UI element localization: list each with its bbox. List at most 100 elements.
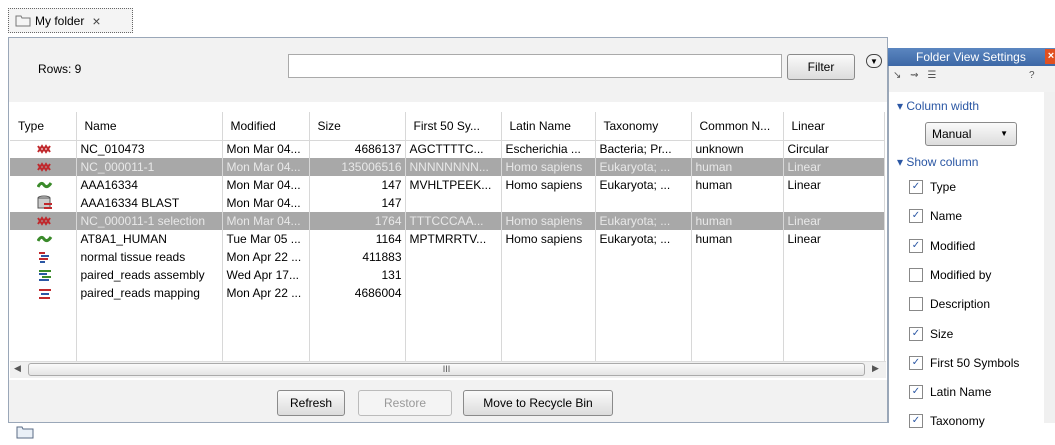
cell-linear: Linear [783,230,885,248]
column-width-select[interactable]: Manual ▼ [925,122,1017,146]
empty-row [10,320,885,338]
vertical-scrollbar[interactable] [1044,92,1055,423]
table-row[interactable]: paired_reads mapping Mon Apr 22 ... 468600… [10,284,885,302]
column-header[interactable]: Common N... [691,112,784,141]
cell-linear [783,194,885,212]
cell-modified: Mon Mar 04... [222,140,310,158]
cell-latin [501,284,596,302]
cell-size: 135006516 [309,158,406,176]
collapse-icon[interactable]: ⇝ [910,70,918,81]
cell-modified: Wed Apr 17... [222,266,310,284]
rows-count: Rows: 9 [38,62,82,76]
show-column-checkbox[interactable] [909,297,923,312]
settings-list-icon[interactable]: ☰ [927,70,936,81]
cell-modified: Mon Apr 22 ... [222,284,310,302]
close-icon[interactable]: × [1045,49,1055,64]
chevron-down-icon[interactable]: ▼ [866,54,882,68]
show-column-checkbox[interactable]: ✓ [909,385,923,400]
show-column-label: Modified by [930,267,992,282]
show-column-checkbox[interactable]: ✓ [909,238,923,253]
cell-taxonomy: Eukaryota; ... [595,158,692,176]
side-toolbar: ↘ ⇝ ☰ ? [893,70,1043,86]
column-header[interactable]: Type [10,112,77,141]
cell-linear [783,266,885,284]
scrollbar-thumb[interactable]: III [28,363,865,376]
show-column-checkbox[interactable] [909,267,923,282]
cell-first50 [405,248,502,266]
cell-common: human [691,158,784,176]
column-header[interactable]: Modified [222,112,310,141]
sequence-red-icon [10,140,77,158]
cell-linear: Linear [783,176,885,194]
cell-taxonomy [595,284,692,302]
column-header[interactable]: Name [76,112,223,141]
filter-button[interactable]: Filter [787,54,855,80]
blast-database-icon [10,194,77,212]
cell-name: NC_000011-1 [76,158,223,176]
chevron-down-icon: ▼ [1000,129,1008,138]
filter-input[interactable] [288,54,782,78]
show-column-checkbox[interactable]: ✓ [909,209,923,224]
scroll-left-icon[interactable]: ◀ [14,363,21,374]
cell-size: 147 [309,194,406,212]
cell-taxonomy: Eukaryota; ... [595,230,692,248]
column-header[interactable]: Taxonomy [595,112,692,141]
table-row[interactable]: paired_reads assembly Wed Apr 17... 131 [10,266,885,284]
folder-icon[interactable] [16,425,34,439]
table-row[interactable]: AAA16334 Mon Mar 04... 147 MVHLTPEEK... Homo… [10,176,885,194]
cell-common: human [691,212,784,230]
scroll-right-icon[interactable]: ▶ [872,363,879,374]
tab-my-folder[interactable]: My folder × [8,8,133,33]
close-icon[interactable]: × [92,13,100,29]
cell-size: 411883 [309,248,406,266]
restore-button[interactable]: Restore [358,390,452,416]
cell-name: NC_000011-1 selection [76,212,223,230]
help-icon[interactable]: ? [1029,70,1035,81]
column-header[interactable]: Latin Name [501,112,596,141]
table-row[interactable]: NC_000011-1 Mon Mar 04... 135006516 NNNNNNN… [10,158,885,176]
show-column-section[interactable]: ▾ Show column [897,155,978,169]
show-column-checkbox[interactable]: ✓ [909,326,923,341]
show-column-checkbox[interactable]: ✓ [909,180,923,194]
cell-taxonomy [595,194,692,212]
move-to-recycle-bin-button[interactable]: Move to Recycle Bin [463,390,613,416]
cell-latin [501,194,596,212]
cell-taxonomy [595,266,692,284]
show-column-checkbox[interactable]: ✓ [909,414,923,429]
protein-green-icon [10,230,77,248]
cell-common: human [691,230,784,248]
cell-name: AAA16334 [76,176,223,194]
cell-latin: Homo sapiens [501,212,596,230]
show-column-checkbox[interactable]: ✓ [909,355,923,370]
cell-linear [783,284,885,302]
assembly-icon [10,266,77,284]
cell-first50: MVHLTPEEK... [405,176,502,194]
column-header[interactable]: Linear [783,112,885,141]
column-header[interactable]: First 50 Sy... [405,112,502,141]
cell-modified: Mon Mar 04... [222,158,310,176]
table-row[interactable]: normal tissue reads Mon Apr 22 ... 411883 [10,248,885,266]
table-row[interactable]: AAA16334 BLAST Mon Mar 04... 147 [10,194,885,212]
tab-bar [0,0,1055,37]
cell-first50 [405,284,502,302]
cell-common: human [691,176,784,194]
protein-green-icon [10,176,77,194]
cell-first50: AGCTTTTC... [405,140,502,158]
cell-common [691,194,784,212]
show-column-label: First 50 Symbols [930,355,1020,370]
table-row[interactable]: NC_000011-1 selection Mon Mar 04... 1764 TT… [10,212,885,230]
sequence-red-icon [10,158,77,176]
expand-icon[interactable]: ↘ [893,70,901,81]
column-width-section[interactable]: ▾ Column width [897,99,979,113]
cell-first50 [405,194,502,212]
reads-icon [10,248,77,266]
column-width-value: Manual [932,127,972,141]
cell-taxonomy: Eukaryota; ... [595,176,692,194]
table-row[interactable]: AT8A1_HUMAN Tue Mar 05 ... 1164 MPTMRRTV...… [10,230,885,248]
refresh-button[interactable]: Refresh [277,390,345,416]
cell-common [691,248,784,266]
folder-table: Type Name Modified Size First 50 Sy... Latin … [10,112,886,364]
table-row[interactable]: NC_010473 Mon Mar 04... 4686137 AGCTTTTC...… [10,140,885,158]
cell-modified: Tue Mar 05 ... [222,230,310,248]
column-header[interactable]: Size [309,112,406,141]
